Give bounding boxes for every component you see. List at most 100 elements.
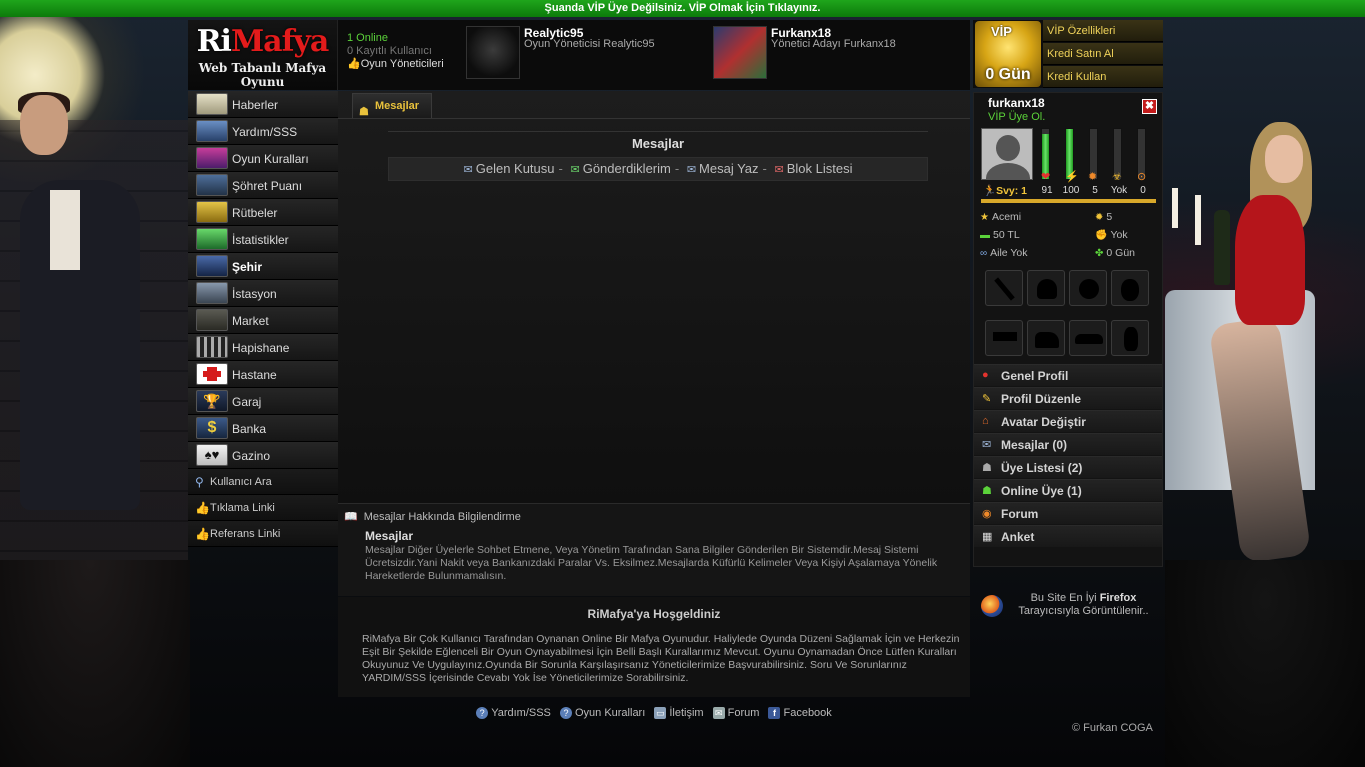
footer-rules-link[interactable]: ? Oyun Kuralları — [559, 707, 645, 719]
avatar[interactable] — [981, 128, 1033, 180]
logo-subtitle: Web Tabanlı Mafya Oyunu — [198, 61, 327, 89]
inbox-link-label: Gelen Kutusu — [475, 161, 555, 176]
tab-messages[interactable]: ☗ Mesajlar — [352, 93, 432, 118]
mafia-man-shirt-art — [50, 190, 80, 270]
dog-icon — [1035, 332, 1059, 348]
nav-item-hastane[interactable]: Hastane — [188, 361, 338, 388]
messages-title: Mesajlar — [388, 131, 928, 155]
menu-forum[interactable]: ◉ Forum — [974, 502, 1162, 524]
nav-item-rutbeler[interactable]: Rütbeler — [188, 199, 338, 226]
helmet-slot[interactable] — [1027, 270, 1065, 306]
nav-item-yardim[interactable]: Yardım/SSS — [188, 118, 338, 145]
xp-bar-fill — [981, 199, 1156, 203]
nav-item-haberler[interactable]: Haberler — [188, 91, 338, 118]
fist-icon: ✊ — [1095, 230, 1108, 241]
nav-item-referans-linki[interactable]: 👍 Referans Linki — [188, 521, 338, 547]
nav-item-market[interactable]: Market — [188, 307, 338, 334]
nav-item-tiklama-linki[interactable]: 👍 Tıklama Linki — [188, 495, 338, 521]
forum-icon: ✉ — [712, 707, 725, 719]
menu-online-members[interactable]: ☗ Online Üye (1) — [974, 479, 1162, 501]
close-button[interactable]: ✖ — [1142, 99, 1157, 114]
bomb-slot[interactable] — [1069, 270, 1107, 306]
heart-icon: ❤ — [1041, 171, 1051, 183]
use-credit-link[interactable]: Kredi Kullan — [1043, 66, 1163, 88]
nav-item-gazino[interactable]: ♠♥ Gazino — [188, 442, 338, 469]
staff-role: Oyun Yöneticisi Realytic95 — [524, 38, 655, 50]
footer-forum-link[interactable]: ✉ Forum — [712, 707, 759, 719]
menu-general-profile[interactable]: ● Genel Profil — [974, 364, 1162, 386]
sent-link[interactable]: ✉ Gönderdiklerim — [570, 161, 670, 176]
jail-icon — [196, 336, 228, 358]
vip-banner[interactable]: Şuanda VİP Üye Değilsiniz. VİP Olmak İçi… — [0, 0, 1365, 17]
welcome-text: RiMafya Bir Çok Kullanıcı Tarafından Oyn… — [362, 633, 960, 684]
logo-title-part2: Mafya — [230, 24, 329, 59]
nav-item-garaj[interactable]: 🏆 Garaj — [188, 388, 338, 415]
profile-username: furkanx18 — [988, 96, 1045, 110]
compose-link[interactable]: ✉ Mesaj Yaz — [687, 161, 759, 176]
footer-facebook-link[interactable]: f Facebook — [768, 707, 832, 719]
nav-item-sohret-puani[interactable]: Şöhret Puanı — [188, 172, 338, 199]
newspaper-icon — [196, 93, 228, 115]
level-label: 🏃Svy: 1 — [983, 184, 1027, 197]
nav-item-sehir[interactable]: Şehir — [188, 253, 338, 280]
nav-item-label: Oyun Kuralları — [232, 152, 309, 166]
logo[interactable]: RiMafya Web Tabanlı Mafya Oyunu — [188, 20, 338, 90]
menu-poll[interactable]: ▦ Anket — [974, 525, 1162, 547]
info-heading-label: Mesajlar Hakkında Bilgilendirme — [363, 511, 521, 523]
level-label-text: Svy: 1 — [996, 185, 1028, 197]
firefox-icon — [981, 595, 1003, 617]
registered-count: 0 Kayıtlı Kullanıcı — [347, 45, 432, 57]
footer-contact-link[interactable]: ▭ İletişim — [654, 707, 704, 719]
users-icon: ☗ — [982, 462, 992, 474]
rules-icon — [196, 147, 228, 169]
main-content: ☗ Mesajlar Mesajlar ✉ Gelen Kutusu - ✉ Gönde… — [338, 91, 970, 596]
info-text: Mesajlar Diğer Üyelerle Sohbet Etmene, V… — [365, 544, 938, 582]
menu-edit-profile[interactable]: ✎ Profil Düzenle — [974, 387, 1162, 409]
compose-link-label: Mesaj Yaz — [699, 161, 759, 176]
nav-item-istasyon[interactable]: İstasyon — [188, 280, 338, 307]
stats-icon — [196, 228, 228, 250]
stat-value: Acemi — [991, 211, 1022, 223]
contact-icon: ▭ — [654, 707, 667, 719]
left-nav: Haberler Yardım/SSS Oyun Kuralları Şöhre… — [188, 91, 338, 547]
car-slot[interactable] — [1069, 320, 1107, 356]
menu-member-list[interactable]: ☗ Üye Listesi (2) — [974, 456, 1162, 478]
pistol-icon — [993, 332, 1017, 341]
nav-item-label: Yardım/SSS — [232, 125, 298, 139]
become-vip-link[interactable]: VİP Üye Ol. — [988, 111, 1045, 123]
inbox-link[interactable]: ✉ Gelen Kutusu — [464, 161, 555, 176]
tab-label: Mesajlar — [375, 100, 420, 112]
online-count: 1 Online — [347, 32, 388, 44]
pistol-slot[interactable] — [985, 320, 1023, 356]
search-value: 0 — [1140, 185, 1146, 196]
staff-avatar — [713, 26, 767, 79]
vip-features-link[interactable]: VİP Özellikleri — [1043, 20, 1163, 42]
nav-item-kullanici-ara[interactable]: ⚲ Kullanıcı Ara — [188, 469, 338, 495]
nav-item-hapishane[interactable]: Hapishane — [188, 334, 338, 361]
vase-slot[interactable] — [1111, 320, 1149, 356]
lightning-icon: ⚡ — [1065, 171, 1079, 183]
vip-box: VİP 0 Gün VİP Özellikleri Kredi Satın Al… — [973, 20, 1163, 88]
car-icon — [1075, 334, 1103, 344]
site-stats: 1 Online 0 Kayıtlı Kullanıcı 👍Oyun Yönet… — [347, 32, 444, 71]
buy-credit-link[interactable]: Kredi Satın Al — [1043, 43, 1163, 65]
grenade-slot[interactable] — [1111, 270, 1149, 306]
bullets-value: 5 — [1092, 185, 1098, 196]
menu-label: Anket — [1001, 530, 1035, 544]
admins-link[interactable]: 👍Oyun Yöneticileri — [347, 58, 444, 71]
menu-label: Profil Düzenle — [1001, 392, 1082, 406]
station-icon — [196, 282, 228, 304]
nav-item-oyun-kurallari[interactable]: Oyun Kuralları — [188, 145, 338, 172]
dollar-icon: $ — [196, 417, 228, 439]
knife-slot[interactable] — [985, 270, 1023, 306]
nav-item-banka[interactable]: $ Banka — [188, 415, 338, 442]
menu-messages[interactable]: ✉ Mesajlar (0) — [974, 433, 1162, 455]
block-list-link[interactable]: ✉ Blok Listesi — [775, 161, 853, 176]
nav-item-istatistikler[interactable]: İstatistikler — [188, 226, 338, 253]
bomb-icon — [1079, 279, 1099, 299]
envelope-write-icon: ✉ — [686, 164, 697, 176]
menu-change-avatar[interactable]: ⌂ Avatar Değiştir — [974, 410, 1162, 432]
dog-slot[interactable] — [1027, 320, 1065, 356]
toxic-value: Yok — [1110, 185, 1128, 196]
footer-help-link[interactable]: ? Yardım/SSS — [476, 707, 551, 719]
